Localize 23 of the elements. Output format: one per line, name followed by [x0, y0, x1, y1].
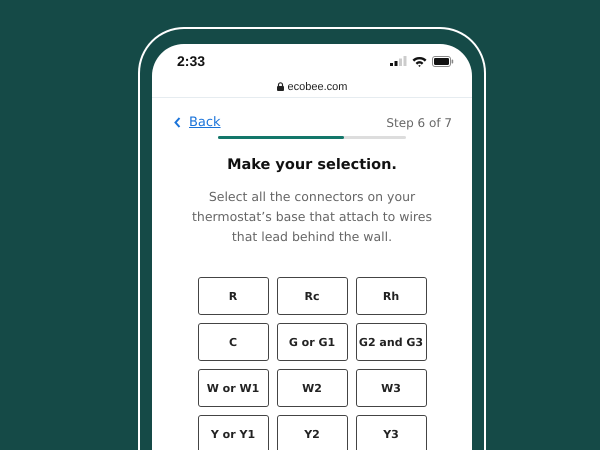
connector-option[interactable]: G or G1	[276, 323, 348, 361]
step-counter: Step 6 of 7	[386, 116, 452, 130]
connector-option[interactable]: G2 and G3	[356, 323, 426, 361]
page-title: Make your selection.	[227, 157, 397, 173]
connector-option[interactable]: Y2	[276, 415, 348, 450]
battery-icon	[432, 56, 454, 66]
instructions-text: Select all the connectors on your thermostat’s base that attach to wires that lead behind the wall.	[191, 188, 433, 246]
signal-icon	[390, 56, 407, 66]
connector-option[interactable]: Y or Y1	[198, 415, 268, 450]
connector-option[interactable]: Rc	[276, 277, 348, 315]
wifi-icon	[412, 56, 427, 66]
chevron-left-icon	[174, 117, 181, 128]
status-time: 2:33	[177, 53, 206, 69]
lock-icon	[276, 82, 284, 91]
url-text: ecobee.com	[288, 80, 348, 92]
connector-option[interactable]: Y3	[356, 415, 426, 450]
connector-option[interactable]: R	[198, 277, 268, 315]
connector-option[interactable]: W3	[356, 369, 426, 407]
connector-option[interactable]: W2	[276, 369, 348, 407]
connector-option[interactable]: Rh	[356, 277, 426, 315]
connector-option[interactable]: W or W1	[198, 369, 268, 407]
connector-option[interactable]: C	[198, 323, 268, 361]
back-link[interactable]: Back	[174, 115, 221, 130]
